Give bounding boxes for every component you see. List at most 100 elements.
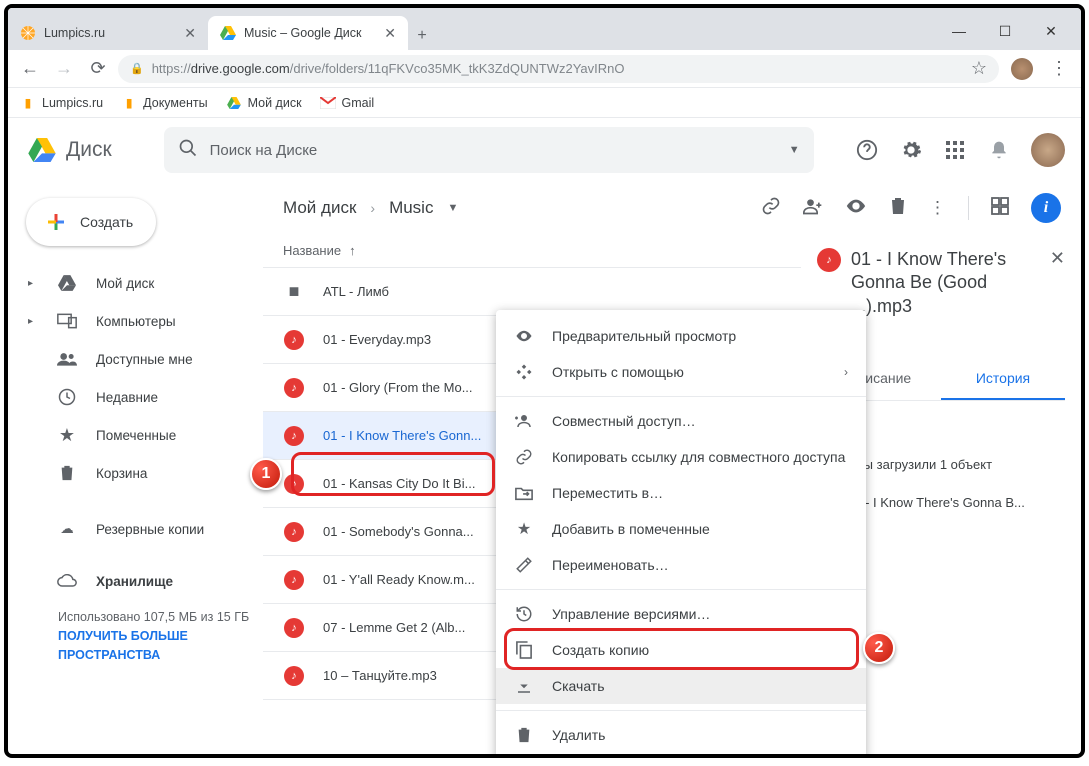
close-icon[interactable]: ✕ xyxy=(1050,248,1065,269)
cloud-outline-icon xyxy=(56,574,78,588)
column-header[interactable]: Название ↑ xyxy=(263,234,801,268)
sidebar-item[interactable]: ▸Компьютеры xyxy=(8,302,263,340)
file-name: 01 - Kansas City Do It Bi... xyxy=(323,476,475,491)
audio-file-icon: ♪ xyxy=(284,618,304,638)
context-menu-item[interactable]: Удалить xyxy=(496,717,866,753)
sidebar-item[interactable]: Недавние xyxy=(8,378,263,416)
create-button[interactable]: Создать xyxy=(26,198,156,246)
eye-icon[interactable] xyxy=(845,195,867,222)
file-row[interactable]: ■ ATL - Лимб xyxy=(263,268,801,316)
minimize-icon[interactable]: — xyxy=(947,23,971,40)
close-icon[interactable]: ✕ xyxy=(184,25,196,42)
drive-icon xyxy=(226,95,242,111)
sidebar-item-storage[interactable]: Хранилище xyxy=(8,562,263,600)
sidebar-item[interactable]: Доступные мне xyxy=(8,340,263,378)
gmail-icon xyxy=(320,95,336,111)
trash-icon[interactable] xyxy=(889,196,907,221)
bookmark-star-icon[interactable]: ☆ xyxy=(971,58,987,79)
address-bar-row: ← → ⟳ 🔒 https://drive.google.com/drive/f… xyxy=(8,50,1081,88)
context-menu-item[interactable]: ★Добавить в помеченные xyxy=(496,511,866,547)
storage-upgrade-link[interactable]: ПОЛУЧИТЬ БОЛЬШЕ ПРОСТРАНСТВА xyxy=(58,627,263,665)
devices-icon xyxy=(56,313,78,329)
context-menu-item[interactable]: Предварительный просмотр xyxy=(496,318,866,354)
info-button-active[interactable]: i xyxy=(1031,193,1061,223)
audio-file-icon: ♪ xyxy=(284,330,304,350)
forward-button[interactable]: → xyxy=(50,55,78,83)
file-name: 10 – Танцуйте.mp3 xyxy=(323,668,437,683)
context-menu-item[interactable]: Скачать xyxy=(496,668,866,704)
close-window-icon[interactable]: ✕ xyxy=(1039,23,1063,40)
context-menu-item[interactable]: Переименовать… xyxy=(496,547,866,583)
context-menu-item[interactable]: Управление версиями… xyxy=(496,596,866,632)
lock-icon: 🔒 xyxy=(130,62,144,75)
chevron-down-icon[interactable]: ▼ xyxy=(447,202,458,214)
more-icon[interactable]: ⋮ xyxy=(929,198,946,218)
gear-icon[interactable] xyxy=(899,138,923,162)
url-input[interactable]: 🔒 https://drive.google.com/drive/folders… xyxy=(118,55,999,83)
history-icon xyxy=(514,605,534,623)
new-tab-button[interactable]: + xyxy=(408,22,436,50)
link-icon[interactable] xyxy=(761,196,781,221)
bookmark-item[interactable]: ▮Lumpics.ru xyxy=(20,95,103,111)
clock-icon xyxy=(56,388,78,406)
sidebar-item[interactable]: ▸Мой диск xyxy=(8,264,263,302)
context-menu-item[interactable]: Копировать ссылку для совместного доступ… xyxy=(496,439,866,475)
bookmark-item[interactable]: Мой диск xyxy=(226,95,302,111)
folder-icon: ▮ xyxy=(20,95,36,111)
search-input[interactable]: Поиск на Диске ▼ xyxy=(164,127,814,173)
people-icon xyxy=(56,352,78,366)
maximize-icon[interactable]: ☐ xyxy=(993,23,1017,40)
profile-avatar[interactable] xyxy=(1011,58,1033,80)
browser-tab[interactable]: Lumpics.ru ✕ xyxy=(8,16,208,50)
details-title: 01 - I Know There's Gonna Be (Good ...).… xyxy=(851,248,1040,318)
file-name: 01 - Everyday.mp3 xyxy=(323,332,431,347)
notifications-icon[interactable] xyxy=(987,138,1011,162)
audio-file-icon: ♪ xyxy=(284,426,304,446)
storage-usage: Использовано 107,5 МБ из 15 ГБ ПОЛУЧИТЬ … xyxy=(8,600,263,664)
browser-tab[interactable]: Music – Google Диск ✕ xyxy=(208,16,408,50)
trash-icon xyxy=(514,726,534,744)
breadcrumb-root[interactable]: Мой диск xyxy=(283,198,356,218)
help-icon[interactable] xyxy=(855,138,879,162)
file-name: 07 - Lemme Get 2 (Alb... xyxy=(323,620,465,635)
sidebar-item[interactable]: ★Помеченные xyxy=(8,416,263,454)
chevron-down-icon[interactable]: ▼ xyxy=(789,144,800,156)
app-header: Диск Поиск на Диске ▼ xyxy=(8,118,1081,182)
reload-button[interactable]: ⟳ xyxy=(84,55,112,83)
file-name: 01 - Glory (From the Mo... xyxy=(323,380,473,395)
file-name: ATL - Лимб xyxy=(323,284,389,299)
context-menu-item[interactable]: Открыть с помощью› xyxy=(496,354,866,390)
audio-file-icon: ♪ xyxy=(817,248,841,272)
context-menu-item[interactable]: Переместить в… xyxy=(496,475,866,511)
close-icon[interactable]: ✕ xyxy=(384,25,396,42)
chevron-right-icon: › xyxy=(370,200,375,216)
bookmark-item[interactable]: Gmail xyxy=(320,95,375,111)
folder-icon: ■ xyxy=(289,281,300,302)
drive-dark-icon xyxy=(56,275,78,291)
breadcrumb: Мой диск › Music ▼ ⋮ i xyxy=(263,182,1081,234)
audio-file-icon: ♪ xyxy=(284,474,304,494)
browser-menu-icon[interactable]: ⋮ xyxy=(1045,55,1073,83)
audio-file-icon: ♪ xyxy=(284,666,304,686)
context-menu-item[interactable]: Совместный доступ… xyxy=(496,403,866,439)
app-logo[interactable]: Диск xyxy=(28,138,112,162)
sidebar-item[interactable]: Корзина xyxy=(8,454,263,492)
apps-grid-icon[interactable] xyxy=(943,138,967,162)
back-button[interactable]: ← xyxy=(16,55,44,83)
annotation-marker-2: 2 xyxy=(863,632,895,664)
account-avatar[interactable] xyxy=(1031,133,1065,167)
log-action: Вы загрузили 1 объект xyxy=(855,457,992,472)
breadcrumb-folder[interactable]: Music xyxy=(389,198,433,218)
person-add-icon[interactable] xyxy=(803,196,823,221)
favicon-icon xyxy=(20,25,36,41)
annotation-marker-1: 1 xyxy=(250,458,282,490)
audio-file-icon: ♪ xyxy=(284,522,304,542)
context-menu-item[interactable]: Создать копию xyxy=(496,632,866,668)
context-menu: Предварительный просмотрОткрыть с помощь… xyxy=(496,310,866,758)
person-add-icon xyxy=(514,412,534,430)
grid-view-icon[interactable] xyxy=(991,197,1009,220)
bookmark-item[interactable]: ▮Документы xyxy=(121,95,207,111)
eye-icon xyxy=(514,327,534,345)
tab-history[interactable]: История xyxy=(941,358,1065,400)
sidebar-item-backups[interactable]: ☁ Резервные копии xyxy=(8,510,263,548)
